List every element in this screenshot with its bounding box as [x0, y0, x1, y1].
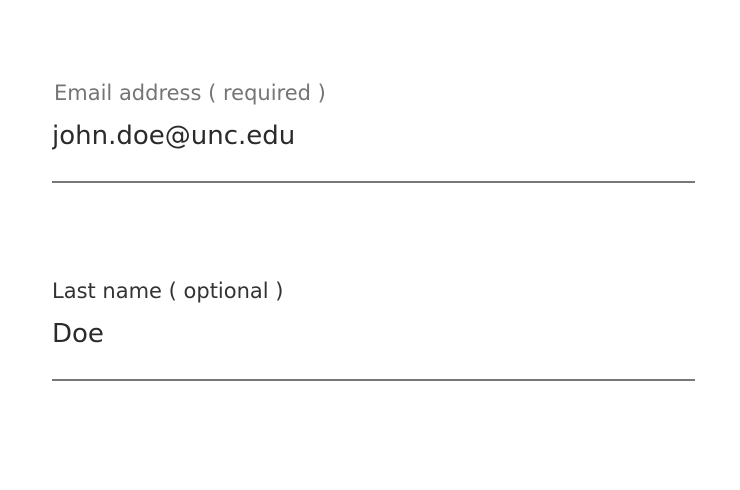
email-field-label: Email address ( required ) — [54, 81, 326, 105]
email-field-group: Email address ( required ) — [52, 78, 695, 183]
last-name-field-group: Last name ( optional ) — [52, 276, 695, 381]
last-name-field-label: Last name ( optional ) — [52, 279, 284, 303]
last-name-field[interactable] — [52, 306, 695, 381]
email-field[interactable] — [52, 108, 695, 183]
